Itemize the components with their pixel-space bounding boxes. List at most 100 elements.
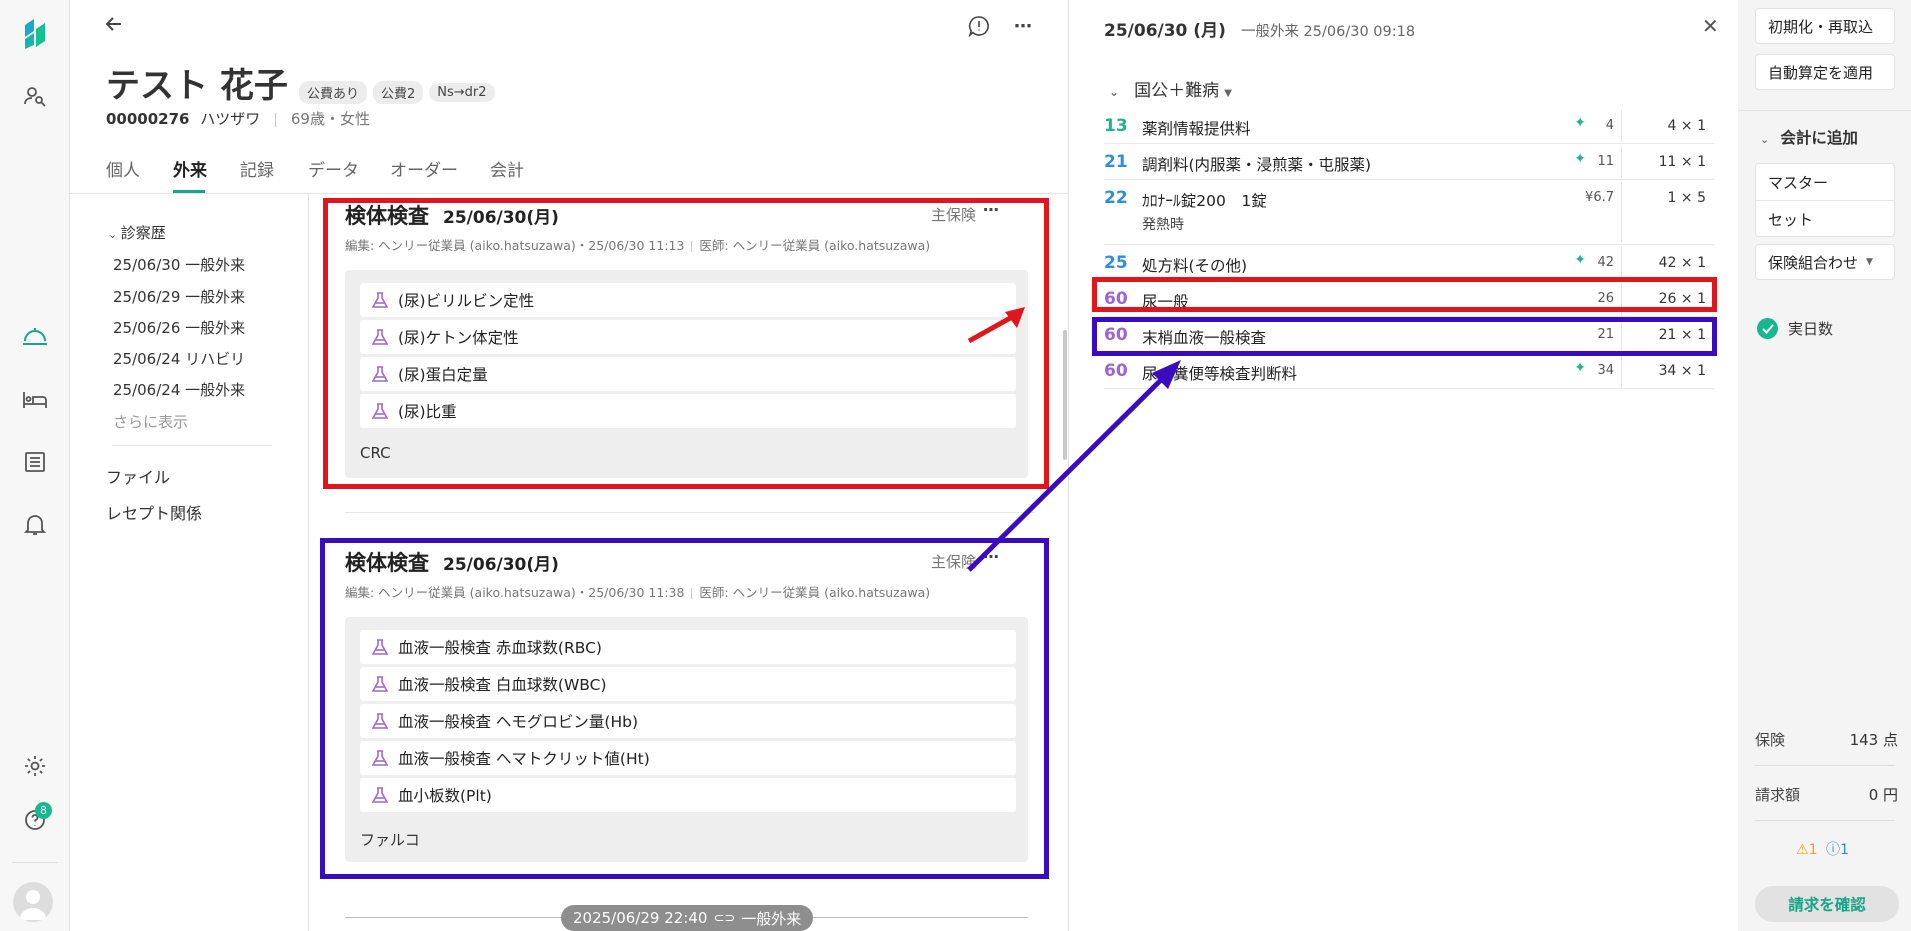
billing-row[interactable]: 13 薬剤情報提供料 ✦ 4 4 × 1 <box>1104 108 1714 144</box>
history-item[interactable]: 25/06/24 一般外来 <box>113 379 245 400</box>
warning-icon: ⚠ <box>1796 842 1809 858</box>
column-divider <box>308 194 309 931</box>
history-item[interactable]: 25/06/29 一般外来 <box>113 286 245 307</box>
billing-row[interactable]: 22 ｶﾛﾅｰﾙ錠200 1錠 発熱時 ¥6.7 1 × 5 <box>1104 180 1714 245</box>
history-item[interactable]: 25/06/26 一般外来 <box>113 317 245 338</box>
check-circle-icon <box>1757 318 1778 339</box>
user-avatar[interactable] <box>13 882 53 922</box>
info-icon: ⓘ <box>1825 842 1840 858</box>
actual-days-label: 実日数 <box>1788 320 1834 338</box>
timeline-pill[interactable]: 2025/06/29 22:40 ⊂⊃ 一般外来 <box>561 905 814 931</box>
more-menu-icon[interactable]: ⋯ <box>1014 16 1033 37</box>
highlight-frame-blue <box>320 538 1049 879</box>
tab-personal[interactable]: 個人 <box>106 156 140 181</box>
patient-id: 00000276 <box>106 110 190 128</box>
patient-search-icon[interactable] <box>19 80 51 112</box>
highlight-row-red <box>1092 277 1717 312</box>
history-toggle[interactable]: ⌄ 診察歴 <box>108 222 166 243</box>
billing-qty: 11 × 1 <box>1658 154 1706 170</box>
billing-code: 22 <box>1104 188 1128 208</box>
billing-points: 34 <box>1597 363 1614 378</box>
master-option[interactable]: マスター <box>1768 172 1828 193</box>
billing-qty: 42 × 1 <box>1658 255 1706 271</box>
highlight-row-blue <box>1092 317 1717 356</box>
notification-bell-icon[interactable] <box>19 509 51 541</box>
tab-accounting[interactable]: 会計 <box>490 156 524 181</box>
tabs-divider <box>70 193 1068 194</box>
alert-icon[interactable] <box>968 15 990 41</box>
insurance-combo-dropdown[interactable]: 保険組合わせ ▼ <box>1755 244 1895 280</box>
actual-days-status: 実日数 <box>1757 318 1833 339</box>
panel-subtitle: 一般外来 25/06/30 09:18 <box>1240 24 1416 40</box>
billing-panel: 25/06/30 (月) 一般外来 25/06/30 09:18 ✕ ⌄ 国公＋… <box>967 0 1738 931</box>
history-item[interactable]: 25/06/30 一般外来 <box>113 254 245 275</box>
billing-points: 11 <box>1597 154 1614 169</box>
show-more-link[interactable]: さらに表示 <box>113 411 188 432</box>
auto-calc-sparkle-icon: ✦ <box>1574 360 1586 376</box>
sidebar-divider <box>1738 110 1911 111</box>
chip-ns-dr2: Ns→dr2 <box>429 83 495 102</box>
info-count: 1 <box>1839 842 1849 858</box>
highlight-frame-red <box>323 198 1049 489</box>
settings-gear-icon[interactable] <box>19 750 51 782</box>
add-to-bill-toggle[interactable]: ⌄ 会計に追加 <box>1760 126 1858 148</box>
blue-arrow <box>967 368 1173 572</box>
add-to-bill-heading: 会計に追加 <box>1780 129 1858 147</box>
link-icon: ⊂⊃ <box>713 910 736 926</box>
billing-code: 21 <box>1104 152 1128 172</box>
help-badge: 8 <box>35 802 52 819</box>
set-option[interactable]: セット <box>1768 209 1813 230</box>
warning-count: 1 <box>1808 842 1818 858</box>
back-arrow-icon[interactable] <box>104 14 124 38</box>
outpatient-icon[interactable] <box>19 320 51 352</box>
issue-counts[interactable]: ⚠1 ⓘ1 <box>1796 839 1849 859</box>
tab-records[interactable]: 記録 <box>240 156 274 181</box>
ward-bed-icon[interactable] <box>19 384 51 416</box>
insurance-combo-label: 保険組合わせ <box>1768 253 1859 272</box>
billing-points: ¥6.7 <box>1585 190 1614 205</box>
tab-outpatient[interactable]: 外来 <box>173 156 207 181</box>
billing-amount: 0 円 <box>1868 786 1898 804</box>
tab-data[interactable]: データ <box>308 156 359 181</box>
insurance-points: 143 点 <box>1849 731 1898 749</box>
patient-kana: ハツザワ <box>200 110 261 128</box>
billing-label: 請求額 <box>1755 786 1801 804</box>
auto-calc-sparkle-icon: ✦ <box>1574 151 1586 167</box>
patient-name: テスト 花子 <box>106 66 288 106</box>
billing-item-name: ｶﾛﾅｰﾙ錠200 1錠 <box>1142 192 1267 210</box>
close-icon[interactable]: ✕ <box>1702 14 1719 38</box>
chevron-down-icon: ⌄ <box>1109 85 1120 99</box>
chip-public-expense-2: 公費2 <box>372 81 424 104</box>
group-name: 国公＋難病 <box>1134 81 1220 101</box>
auto-calc-sparkle-icon: ✦ <box>1574 115 1586 131</box>
history-item[interactable]: 25/06/24 リハビリ <box>113 348 245 369</box>
apply-auto-calc-button[interactable]: 自動算定を適用 <box>1755 54 1895 90</box>
billing-points: 42 <box>1597 255 1614 270</box>
billing-qty: 4 × 1 <box>1667 118 1706 134</box>
history-divider <box>112 445 272 446</box>
app-logo[interactable] <box>19 17 51 49</box>
history-heading: 診察歴 <box>120 224 166 242</box>
group-toggle[interactable]: ⌄ 国公＋難病 ▼ <box>1109 76 1232 101</box>
billing-item-note: 発熱時 <box>1142 217 1184 233</box>
files-link[interactable]: ファイル <box>106 464 170 488</box>
list-icon[interactable] <box>19 446 51 478</box>
timeline-date: 2025/06/29 22:40 <box>573 909 708 927</box>
left-nav: 8 <box>0 0 70 931</box>
billing-row[interactable]: 21 調剤料(内服薬・浸煎薬・屯服薬) ✦ 11 11 × 1 <box>1104 144 1714 180</box>
nav-divider <box>12 862 58 863</box>
reset-reload-button[interactable]: 初期化・再取込 <box>1755 8 1895 44</box>
confirm-billing-button[interactable]: 請求を確認 <box>1755 886 1899 922</box>
panel-date: 25/06/30 (月) <box>1104 21 1226 41</box>
action-sidebar: 初期化・再取込 自動算定を適用 ⌄ 会計に追加 マスター セット 保険組合わせ ▼… <box>1738 0 1911 931</box>
receipt-link[interactable]: レセプト関係 <box>106 500 202 524</box>
insurance-label: 保険 <box>1755 731 1786 749</box>
tab-order[interactable]: オーダー <box>390 156 458 181</box>
caret-down-icon: ▼ <box>1224 88 1232 99</box>
add-options: マスター セット <box>1755 163 1895 237</box>
chip-public-expense: 公費あり <box>298 81 367 104</box>
billing-points: 4 <box>1605 118 1614 133</box>
billing-qty: 34 × 1 <box>1658 363 1706 379</box>
timeline-type: 一般外来 <box>741 909 802 928</box>
billing-code: 13 <box>1104 116 1128 136</box>
